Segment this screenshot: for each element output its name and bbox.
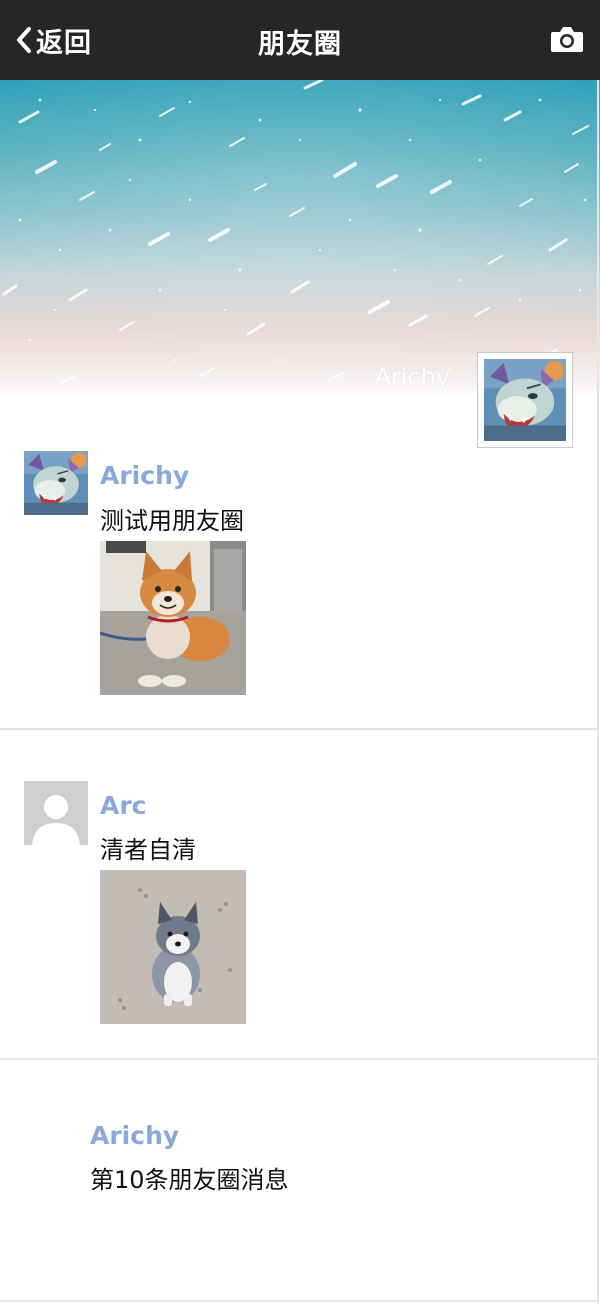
shiba-inu-dog-photo	[100, 541, 246, 695]
profile-avatar[interactable]	[477, 352, 573, 448]
moment-post: Arichy 测试用朋友圈	[0, 400, 598, 730]
post-text: 第10条朋友圈消息	[90, 1166, 289, 1194]
wolf-character-avatar	[484, 359, 566, 441]
camera-icon[interactable]	[550, 24, 584, 54]
default-user-avatar	[24, 781, 88, 845]
back-button[interactable]: 返回	[14, 22, 92, 59]
cover-username[interactable]: Arichy	[374, 363, 450, 391]
post-author-name[interactable]: Arichy	[90, 1121, 179, 1150]
post-text: 测试用朋友圈	[100, 507, 244, 535]
post-avatar[interactable]	[24, 451, 88, 515]
post-avatar[interactable]	[24, 781, 88, 845]
post-text: 清者自清	[100, 836, 196, 864]
husky-puppy-photo	[100, 870, 246, 1024]
post-author-name[interactable]: Arc	[100, 791, 147, 820]
top-nav-bar: 返回 朋友圈	[0, 0, 600, 80]
moment-post: Arichy 第10条朋友圈消息	[0, 1060, 598, 1302]
wolf-character-avatar	[24, 451, 88, 515]
chevron-left-icon	[17, 27, 31, 53]
moment-post: Arc 清者自清	[0, 730, 598, 1060]
post-image[interactable]	[100, 541, 246, 695]
post-author-name[interactable]: Arichy	[100, 461, 189, 490]
back-label: 返回	[36, 27, 92, 59]
post-image[interactable]	[100, 870, 246, 1024]
